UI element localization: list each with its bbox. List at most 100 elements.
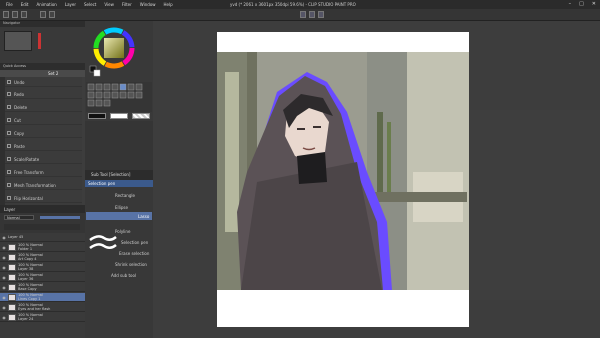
window-title: yvd (* 2061 x 3601px 350dpi 59.6%) - CLI… [230, 2, 356, 7]
menu-help[interactable]: Help [164, 2, 173, 7]
navigator-tab[interactable]: Navigator [0, 21, 85, 27]
tool-palette [86, 82, 152, 112]
eye-icon[interactable]: ◉ [0, 253, 8, 262]
option-ellipse[interactable]: Ellipse [85, 205, 153, 210]
layer-row[interactable]: ◉ 100 % Normal Base Copy [0, 283, 85, 292]
list-item[interactable]: Copy [5, 129, 82, 138]
redo-icon[interactable] [49, 11, 55, 18]
layer-row[interactable]: ◉ 100 % Normal Layer 24 [0, 313, 85, 322]
eye-icon[interactable]: ◉ [0, 233, 8, 242]
zoom-slider[interactable] [38, 33, 41, 49]
main-color-swatch[interactable] [88, 113, 106, 119]
layer-row[interactable]: ◉ Layer 45 [0, 233, 85, 242]
layer-thumbnail [8, 293, 16, 301]
quick-access-set: Set 2 [0, 70, 85, 77]
add-sub-tool-button[interactable]: Add sub tool [85, 273, 153, 278]
selected-tool-row[interactable]: Selection pen [85, 180, 153, 187]
eye-icon[interactable]: ◉ [0, 273, 8, 282]
eye-icon[interactable]: ◉ [0, 243, 8, 252]
color-wheel[interactable] [85, 21, 153, 81]
eye-icon[interactable]: ◉ [0, 263, 8, 272]
layer-tool-row [4, 224, 80, 230]
list-item[interactable]: Scale/Rotate [5, 155, 82, 164]
navigator-thumbnail[interactable] [4, 31, 32, 51]
canvas[interactable] [217, 32, 469, 327]
minimize-icon[interactable]: – [569, 1, 572, 7]
option-erase-selection[interactable]: Erase selection [85, 251, 153, 256]
layer-thumbnail [8, 283, 16, 291]
list-item[interactable]: Free Transform [5, 168, 82, 177]
layer-row[interactable]: ◉ 100 % Normal Layer 38 [0, 263, 85, 272]
list-item[interactable]: Undo [5, 78, 82, 87]
list-item[interactable]: Mesh Transformation [5, 181, 82, 190]
layer-thumbnail [8, 263, 16, 271]
eye-icon[interactable]: ◉ [0, 283, 8, 292]
artwork-illustration [217, 52, 469, 290]
blend-mode-select[interactable]: Normal [4, 215, 34, 220]
menu-filter[interactable]: Filter [122, 2, 132, 7]
layer-row-selected[interactable]: ◉ 100 % Normal Lines Copy 1 [0, 293, 85, 302]
layer-row[interactable]: ◉ 100 % Normal Art Copy 4 [0, 253, 85, 262]
sub-color-swatch[interactable] [110, 113, 128, 119]
quick-access-title: Quick Access [3, 64, 26, 68]
undo-icon[interactable] [40, 11, 46, 18]
option-lasso-row[interactable]: Lasso [86, 212, 152, 220]
paste-icon [7, 144, 11, 148]
new-file-icon[interactable] [3, 11, 9, 18]
option-rectangle[interactable]: Rectangle [85, 193, 153, 198]
ruler-icon[interactable] [309, 11, 315, 18]
menu-select[interactable]: Select [84, 2, 96, 7]
undo-icon [7, 80, 11, 84]
list-item[interactable]: Flip Horizontal [5, 194, 82, 203]
layer-row[interactable]: ◉ 100 % Normal Folder 1 [0, 243, 85, 252]
layer-panel-title: Layer [0, 205, 85, 213]
command-bar [0, 9, 600, 21]
menu-edit[interactable]: Edit [21, 2, 29, 7]
menu-animation[interactable]: Animation [36, 2, 56, 7]
save-icon[interactable] [21, 11, 27, 18]
sub-tool-header: Sub Tool [Selection] [85, 170, 153, 180]
artwork[interactable] [217, 52, 469, 290]
layer-row[interactable]: ◉ 100 % Normal Eyes and her flash [0, 303, 85, 312]
window-controls: – □ ✕ [569, 1, 596, 7]
option-selection-pen[interactable]: Selection pen [85, 240, 153, 245]
list-item[interactable]: Cut [5, 116, 82, 125]
scale-rotate-icon [7, 157, 11, 161]
layer-thumbnail [8, 273, 16, 281]
list-item[interactable]: Paste [5, 142, 82, 151]
open-file-icon[interactable] [12, 11, 18, 18]
layer-thumbnail [8, 303, 16, 311]
delete-icon [7, 105, 11, 109]
flip-horizontal-icon [7, 196, 11, 200]
quick-access-list: Undo Redo Delete Cut Copy Paste Scale/Ro… [5, 77, 82, 205]
option-shrink-selection[interactable]: Shrink selection [85, 262, 153, 267]
snap-icon[interactable] [300, 11, 306, 18]
quick-access-tab[interactable]: Quick Access [0, 63, 85, 70]
tool-icons[interactable] [86, 82, 152, 112]
sub-tool-title: Sub Tool [Selection] [91, 172, 131, 177]
eye-icon[interactable]: ◉ [0, 303, 8, 312]
eye-icon[interactable]: ◉ [0, 313, 8, 322]
grid-icon[interactable] [318, 11, 324, 18]
workspace-shadow [470, 110, 600, 300]
menu-layer[interactable]: Layer [65, 2, 76, 7]
transparent-swatch[interactable] [132, 113, 150, 119]
opacity-slider[interactable] [40, 216, 80, 219]
redo-icon [7, 92, 11, 96]
list-item[interactable]: Redo [5, 90, 82, 99]
close-icon[interactable]: ✕ [592, 1, 596, 7]
copy-icon [7, 131, 11, 135]
app-window: File Edit Animation Layer Select View Fi… [0, 0, 600, 338]
menu-window[interactable]: Window [140, 2, 156, 7]
layer-thumbnail [8, 243, 16, 251]
maximize-icon[interactable]: □ [579, 1, 584, 7]
layer-thumbnail [8, 313, 16, 321]
layer-controls: Normal [0, 213, 85, 233]
layer-list: ◉ Layer 45 ◉ 100 % Normal Folder 1 ◉ 100 % N… [0, 233, 85, 338]
eye-icon[interactable]: ◉ [0, 293, 8, 302]
menu-file[interactable]: File [6, 2, 13, 7]
menu-view[interactable]: View [104, 2, 114, 7]
layer-row[interactable]: ◉ 100 % Normal Layer 36 [0, 273, 85, 282]
set-label[interactable]: Set 2 [48, 71, 58, 76]
list-item[interactable]: Delete [5, 103, 82, 112]
